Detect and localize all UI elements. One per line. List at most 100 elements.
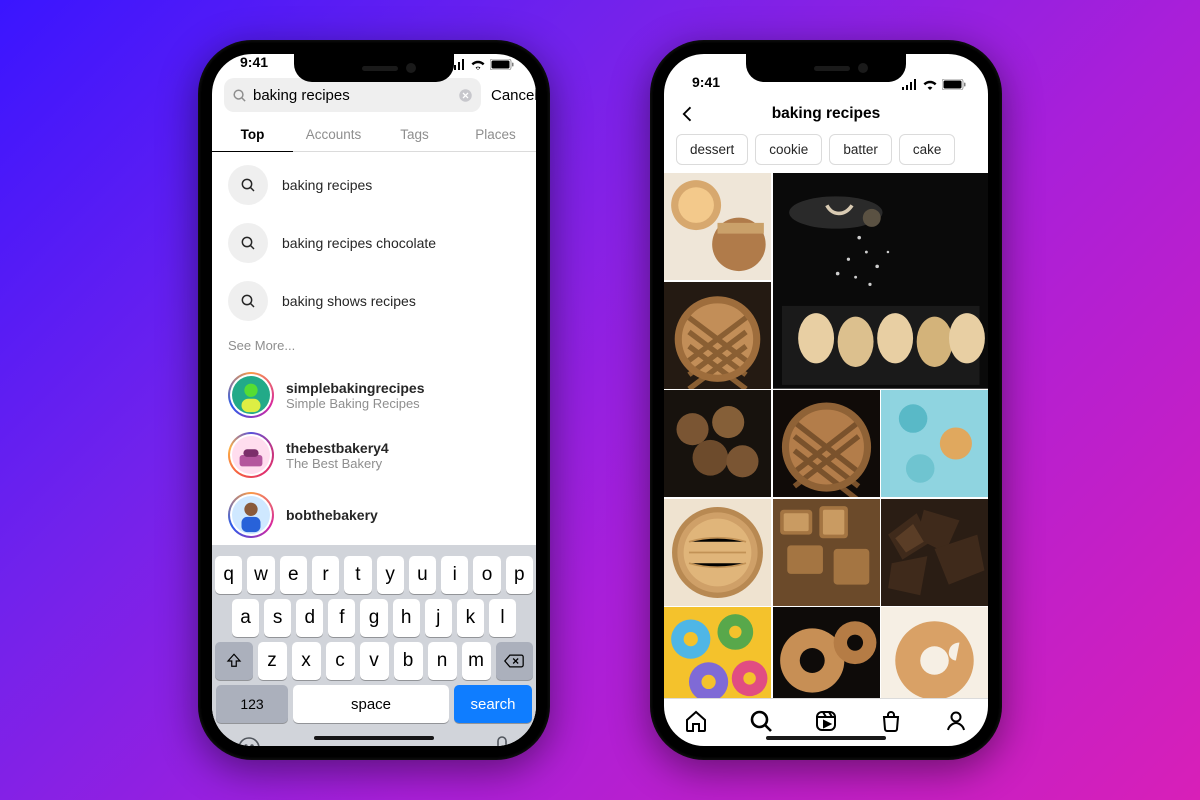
see-more-link[interactable]: See More... xyxy=(212,330,536,365)
back-icon[interactable] xyxy=(678,104,698,124)
keyboard: q w e r t y u i o p a s d f g h j k l xyxy=(212,545,536,746)
key-f[interactable]: f xyxy=(328,599,355,637)
battery-icon xyxy=(942,79,966,90)
key-i[interactable]: i xyxy=(441,556,468,594)
account-username: simplebakingrecipes xyxy=(286,380,425,396)
key-l[interactable]: l xyxy=(489,599,516,637)
key-b[interactable]: b xyxy=(394,642,423,680)
grid-item[interactable] xyxy=(881,499,988,606)
key-r[interactable]: r xyxy=(312,556,339,594)
nav-reels[interactable] xyxy=(814,709,838,733)
status-time: 9:41 xyxy=(240,54,268,70)
mic-icon[interactable] xyxy=(493,736,511,746)
key-backspace[interactable] xyxy=(496,642,534,680)
key-k[interactable]: k xyxy=(457,599,484,637)
key-p[interactable]: p xyxy=(506,556,533,594)
key-s[interactable]: s xyxy=(264,599,291,637)
nav-home[interactable] xyxy=(684,709,708,733)
cancel-button[interactable]: Cancel xyxy=(491,87,536,104)
key-a[interactable]: a xyxy=(232,599,259,637)
grid-item[interactable] xyxy=(664,173,771,280)
key-space[interactable]: space xyxy=(293,685,449,723)
key-t[interactable]: t xyxy=(344,556,371,594)
grid-item[interactable] xyxy=(773,499,880,606)
nav-search[interactable] xyxy=(749,709,773,733)
signal-icon xyxy=(901,79,918,90)
key-v[interactable]: v xyxy=(360,642,389,680)
avatar xyxy=(228,432,274,478)
search-input[interactable] xyxy=(253,87,452,104)
suggestion-row[interactable]: baking recipes chocolate xyxy=(212,214,536,272)
key-m[interactable]: m xyxy=(462,642,491,680)
account-row[interactable]: bobthebakery xyxy=(212,485,536,545)
key-123[interactable]: 123 xyxy=(216,685,288,723)
search-icon xyxy=(232,88,247,103)
grid-item[interactable] xyxy=(881,607,988,698)
grid-item-hero[interactable] xyxy=(773,173,989,389)
home-icon xyxy=(684,709,708,733)
key-n[interactable]: n xyxy=(428,642,457,680)
key-u[interactable]: u xyxy=(409,556,436,594)
results-grid xyxy=(664,173,988,698)
avatar xyxy=(228,372,274,418)
account-row[interactable]: simplebakingrecipes Simple Baking Recipe… xyxy=(212,365,536,425)
grid-item[interactable] xyxy=(664,390,771,497)
key-g[interactable]: g xyxy=(360,599,387,637)
nav-profile[interactable] xyxy=(944,709,968,733)
chip-cookie[interactable]: cookie xyxy=(755,134,822,165)
clear-icon[interactable] xyxy=(458,88,473,103)
filter-chips: dessert cookie batter cake xyxy=(664,134,988,173)
phone-frame-right: 9:41 baking recipes dessert cookie batte… xyxy=(650,40,1002,760)
chip-batter[interactable]: batter xyxy=(829,134,892,165)
grid-item[interactable] xyxy=(664,499,771,606)
magnifier-icon xyxy=(228,223,268,263)
key-h[interactable]: h xyxy=(393,599,420,637)
key-search[interactable]: search xyxy=(454,685,532,723)
key-o[interactable]: o xyxy=(473,556,500,594)
grid-item[interactable] xyxy=(773,390,880,497)
home-indicator[interactable] xyxy=(314,736,434,740)
tab-places[interactable]: Places xyxy=(455,118,536,151)
key-j[interactable]: j xyxy=(425,599,452,637)
tab-accounts[interactable]: Accounts xyxy=(293,118,374,151)
key-z[interactable]: z xyxy=(258,642,287,680)
suggestion-label: baking recipes xyxy=(282,177,372,193)
battery-icon xyxy=(490,59,514,70)
suggestion-label: baking recipes chocolate xyxy=(282,235,436,251)
avatar xyxy=(228,492,274,538)
key-e[interactable]: e xyxy=(280,556,307,594)
search-tabs: Top Accounts Tags Places xyxy=(212,118,536,152)
key-x[interactable]: x xyxy=(292,642,321,680)
key-c[interactable]: c xyxy=(326,642,355,680)
chip-dessert[interactable]: dessert xyxy=(676,134,748,165)
page-title: baking recipes xyxy=(772,105,881,123)
reels-icon xyxy=(814,709,838,733)
grid-item[interactable] xyxy=(773,607,880,698)
chip-cake[interactable]: cake xyxy=(899,134,956,165)
grid-item[interactable] xyxy=(664,607,771,698)
results-header: baking recipes xyxy=(664,94,988,134)
suggestion-row[interactable]: baking shows recipes xyxy=(212,272,536,330)
home-indicator[interactable] xyxy=(766,736,886,740)
key-q[interactable]: q xyxy=(215,556,242,594)
status-time: 9:41 xyxy=(692,74,720,90)
nav-shop[interactable] xyxy=(879,709,903,733)
emoji-icon[interactable] xyxy=(237,736,261,746)
account-name: Simple Baking Recipes xyxy=(286,396,425,411)
suggestion-label: baking shows recipes xyxy=(282,293,416,309)
account-name: The Best Bakery xyxy=(286,456,389,471)
key-d[interactable]: d xyxy=(296,599,323,637)
tab-tags[interactable]: Tags xyxy=(374,118,455,151)
tab-top[interactable]: Top xyxy=(212,118,293,152)
profile-icon xyxy=(944,709,968,733)
key-y[interactable]: y xyxy=(377,556,404,594)
key-w[interactable]: w xyxy=(247,556,274,594)
phone-frame-left: 9:41 Cancel Top Accounts Tags Places xyxy=(198,40,550,760)
suggestion-row[interactable]: baking recipes xyxy=(212,156,536,214)
notch xyxy=(294,54,454,82)
grid-item[interactable] xyxy=(881,390,988,497)
key-shift[interactable] xyxy=(215,642,253,680)
account-row[interactable]: thebestbakery4 The Best Bakery xyxy=(212,425,536,485)
grid-item[interactable] xyxy=(664,282,771,389)
search-field[interactable] xyxy=(224,78,481,112)
